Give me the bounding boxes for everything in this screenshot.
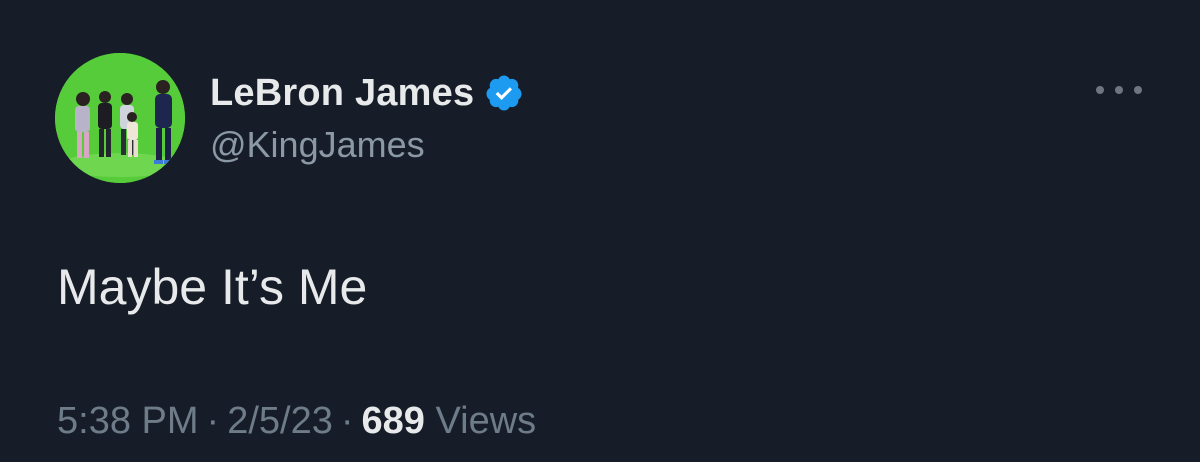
views-count[interactable]: 689 — [362, 400, 425, 442]
more-dot — [1134, 86, 1142, 94]
tweet-text: Maybe It’s Me — [57, 259, 368, 315]
verified-badge-icon[interactable] — [484, 73, 524, 113]
more-options-icon[interactable] — [1096, 78, 1142, 102]
author-name-row: LeBron James — [210, 68, 524, 118]
more-dot — [1096, 86, 1104, 94]
author-handle[interactable]: @KingJames — [210, 124, 425, 166]
tweet-meta: 5:38 PM · 2/5/23 · 689 Views — [57, 400, 536, 443]
meta-separator: · — [206, 400, 220, 442]
tweet-date[interactable]: 2/5/23 — [227, 400, 333, 442]
tweet-time[interactable]: 5:38 PM — [57, 400, 199, 442]
more-dot — [1115, 86, 1123, 94]
author-display-name[interactable]: LeBron James — [210, 72, 474, 115]
avatar-photo-icon — [55, 53, 185, 183]
avatar[interactable] — [55, 53, 185, 183]
tweet-card: LeBron James @KingJames Maybe It’s Me 5:… — [0, 0, 1200, 462]
views-label[interactable]: Views — [435, 400, 536, 442]
meta-separator: · — [340, 400, 354, 442]
